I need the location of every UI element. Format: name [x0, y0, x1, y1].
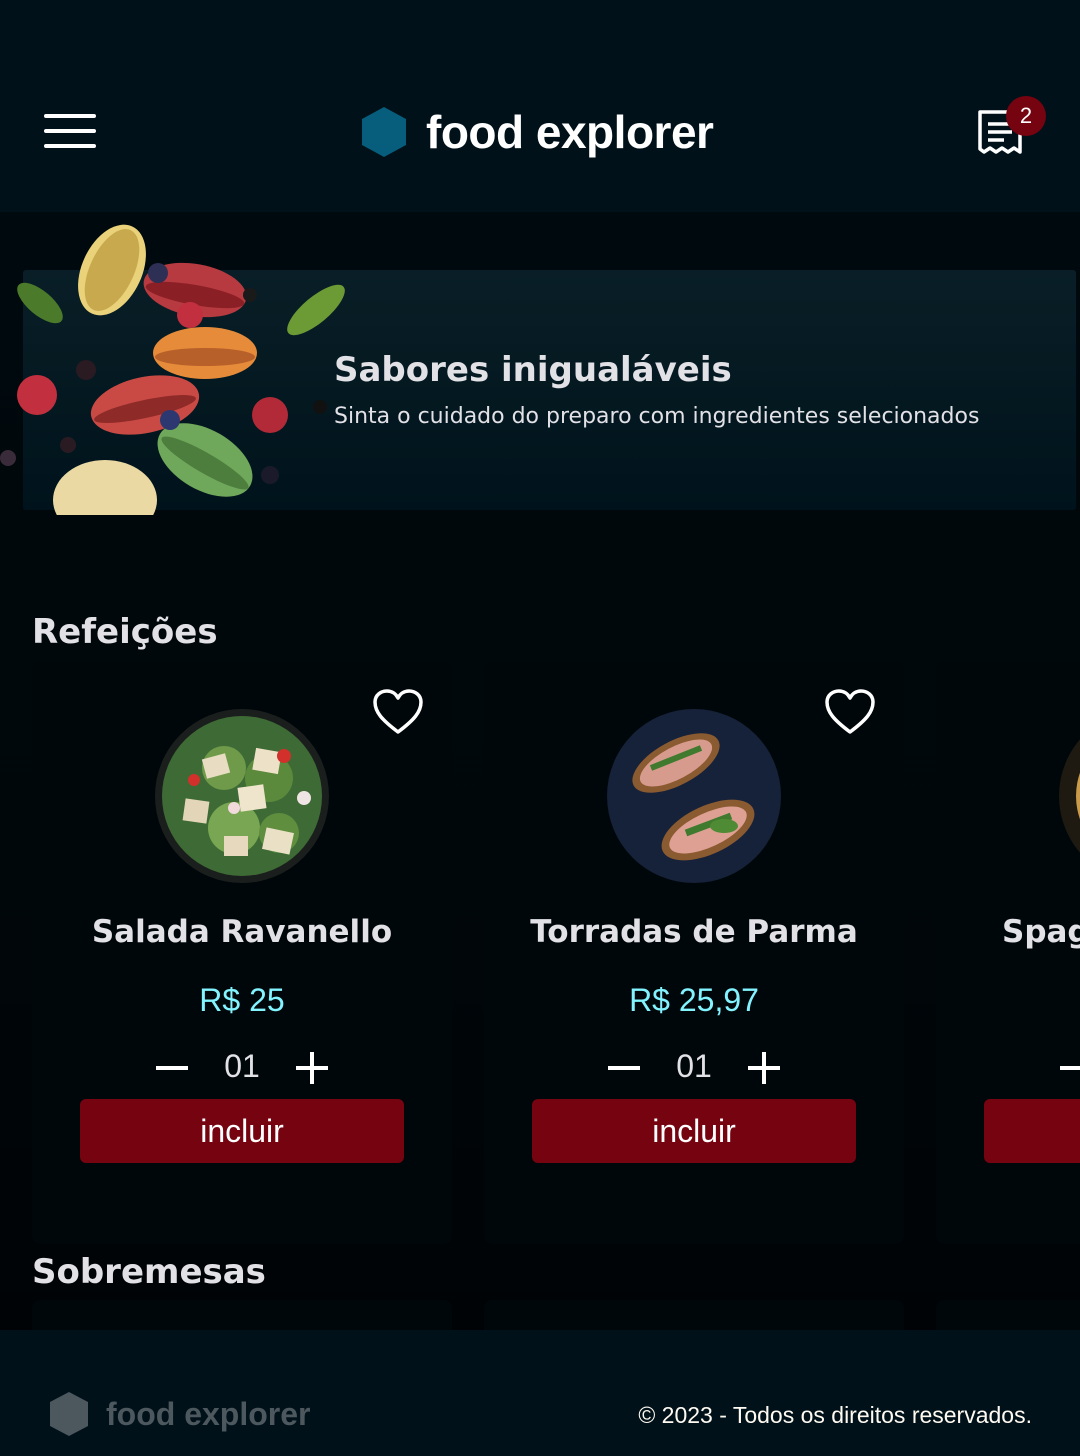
- footer-brand-name: food explorer: [106, 1395, 311, 1432]
- menu-icon[interactable]: [44, 112, 96, 152]
- section-title-desserts: Sobremesas: [32, 1252, 266, 1292]
- banner-title: Sabores inigualáveis: [334, 350, 732, 390]
- pasta-dish-image: [1059, 739, 1080, 853]
- heart-icon[interactable]: [824, 688, 876, 736]
- footer-brand: food explorer: [48, 1390, 310, 1438]
- dish-card: Torradas de Parma R$ 25,97 01 incluir: [484, 662, 904, 1244]
- include-button[interactable]: [984, 1099, 1080, 1163]
- include-button[interactable]: incluir: [80, 1099, 404, 1163]
- dish-name[interactable]: Spag: [1002, 914, 1080, 950]
- dish-name[interactable]: Salada Ravanello: [32, 914, 452, 950]
- minus-icon[interactable]: [156, 1066, 188, 1070]
- quantity-stepper: [1056, 1048, 1080, 1088]
- dish-price: R$ 25: [199, 982, 285, 1018]
- app-header: food explorer 2: [0, 0, 1080, 212]
- section-title-meals: Refeições: [32, 612, 218, 652]
- include-button[interactable]: incluir: [532, 1099, 856, 1163]
- brand-name: food explorer: [426, 106, 714, 158]
- quantity-value: 01: [224, 1048, 260, 1084]
- minus-icon[interactable]: [1060, 1066, 1080, 1070]
- dish-card: Salada Ravanello R$ 25 01 incluir: [32, 662, 452, 1244]
- dish-price: R$ 25,97: [629, 982, 759, 1018]
- heart-icon[interactable]: [372, 688, 424, 736]
- quantity-stepper: 01: [604, 1048, 784, 1088]
- app-footer: food explorer © 2023 - Todos os direitos…: [0, 1330, 1080, 1456]
- toast-dish-image: [607, 709, 781, 883]
- banner-subtitle: Sinta o cuidado do preparo com ingredien…: [334, 404, 980, 429]
- plus-icon[interactable]: [748, 1050, 780, 1086]
- dish-card: Spag: [936, 662, 1080, 1244]
- macarons-illustration: [0, 224, 345, 515]
- hexagon-logo-icon: [50, 1392, 88, 1436]
- brand-logo[interactable]: food explorer: [360, 100, 714, 164]
- orders-button[interactable]: 2: [972, 96, 1052, 160]
- hexagon-logo-icon: [362, 107, 406, 157]
- quantity-value: 01: [676, 1048, 712, 1084]
- quantity-stepper: 01: [152, 1048, 332, 1088]
- cart-count-badge: 2: [1006, 96, 1046, 136]
- page: food explorer 2 Sabores inigualáveis Sin…: [0, 0, 1080, 1456]
- minus-icon[interactable]: [608, 1066, 640, 1070]
- dish-name[interactable]: Torradas de Parma: [484, 914, 904, 950]
- salad-dish-image: [155, 709, 329, 883]
- plus-icon[interactable]: [296, 1050, 328, 1086]
- copyright-text: © 2023 - Todos os direitos reservados.: [638, 1402, 1032, 1428]
